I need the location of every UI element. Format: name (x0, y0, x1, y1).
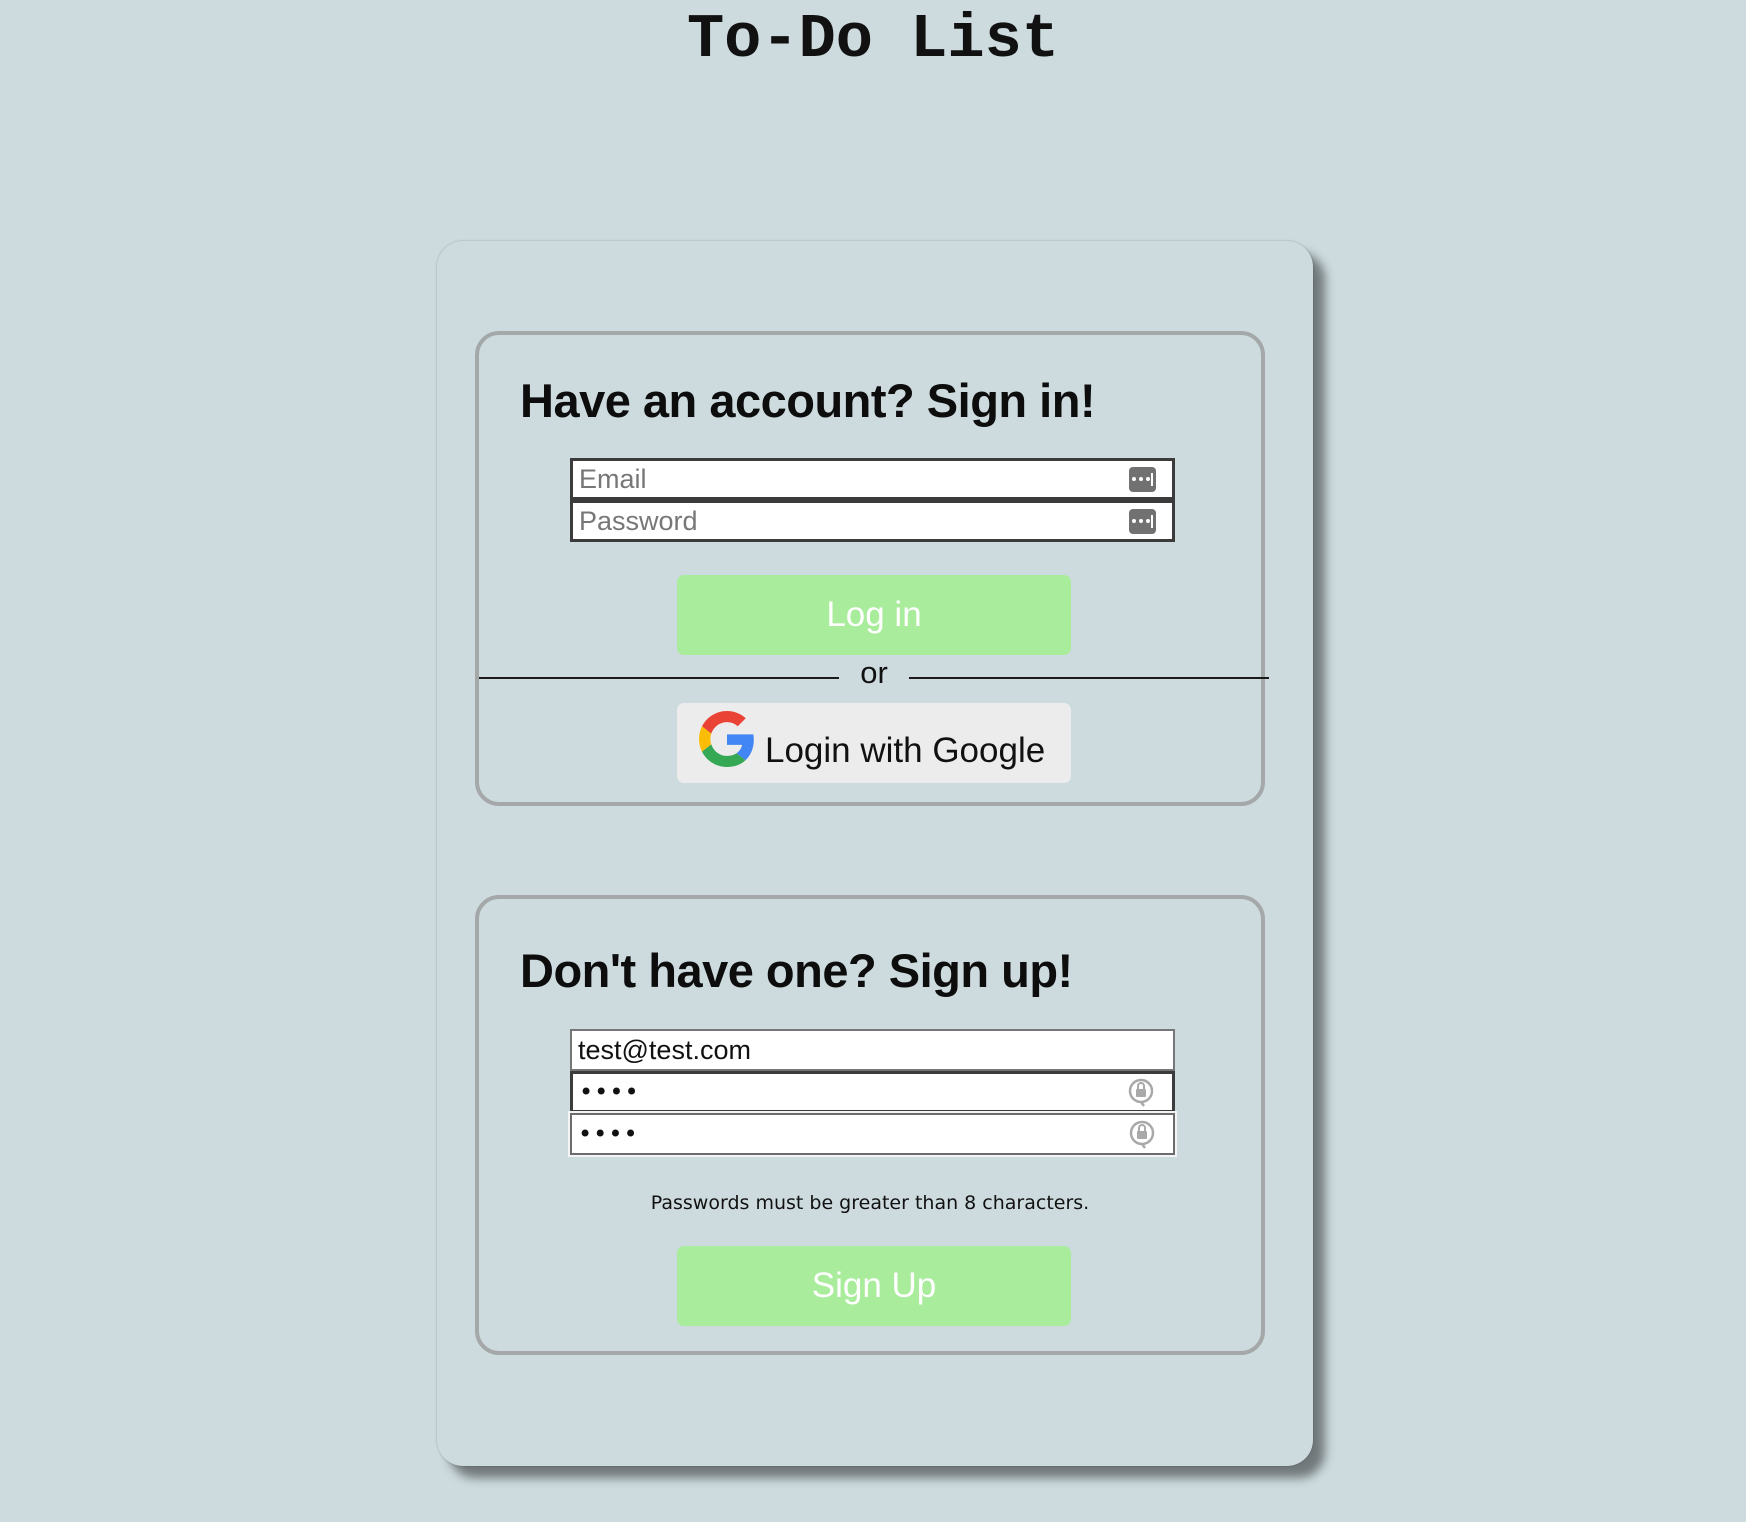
signin-password-input[interactable] (573, 503, 1129, 539)
signin-email-field[interactable] (570, 458, 1175, 500)
signin-password-field[interactable] (570, 500, 1175, 542)
signup-panel: Don't have one? Sign up! •••• •••• Passw… (475, 895, 1265, 1355)
password-lock-icon[interactable] (1126, 1076, 1156, 1108)
password-requirement-hint: Passwords must be greater than 8 charact… (650, 1192, 1090, 1214)
password-manager-key-icon[interactable] (1129, 508, 1156, 534)
signin-email-input[interactable] (573, 461, 1129, 497)
signin-heading: Have an account? Sign in! (520, 374, 1096, 427)
login-button[interactable]: Log in (677, 575, 1071, 655)
signin-panel: Have an account? Sign in! Log in or (475, 331, 1269, 806)
signup-heading: Don't have one? Sign up! (520, 944, 1073, 997)
signup-email-input[interactable] (572, 1031, 1173, 1069)
divider-line-right (909, 677, 1269, 679)
signup-password-value[interactable]: •••• (573, 1078, 1126, 1106)
signup-email-field[interactable] (570, 1029, 1175, 1071)
google-login-label: Login with Google (765, 731, 1046, 770)
signup-button[interactable]: Sign Up (677, 1246, 1071, 1326)
password-manager-key-icon[interactable] (1129, 466, 1156, 492)
app-title: To-Do List (686, 4, 1060, 75)
signup-confirm-password-value[interactable]: •••• (572, 1120, 1127, 1148)
signup-password-field[interactable]: •••• (570, 1071, 1175, 1113)
divider-line-left (479, 677, 839, 679)
google-logo-icon (699, 711, 754, 767)
signup-confirm-password-field[interactable]: •••• (570, 1113, 1175, 1155)
divider-or-label: or (860, 655, 888, 690)
auth-card: Have an account? Sign in! Log in or (437, 241, 1313, 1466)
password-lock-icon[interactable] (1127, 1118, 1157, 1150)
google-login-button[interactable]: Login with Google (677, 703, 1071, 783)
